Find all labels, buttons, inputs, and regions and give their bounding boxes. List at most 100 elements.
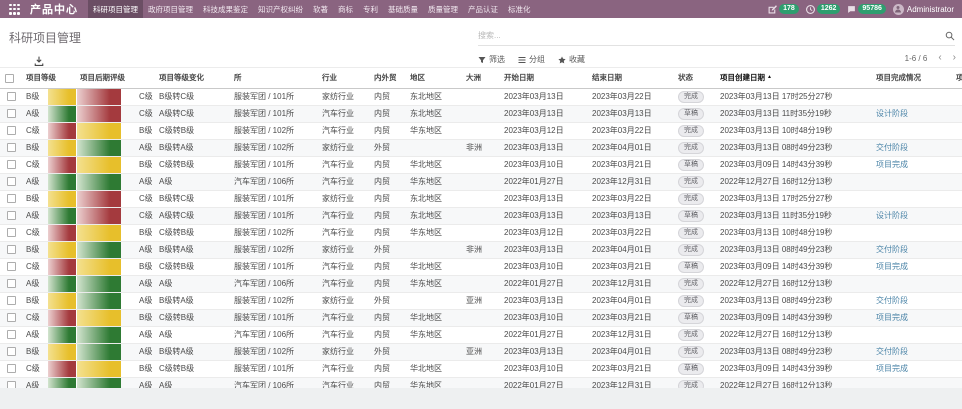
col-header-end-date[interactable]: 结束日期 <box>588 68 674 88</box>
table-row[interactable]: B级 A级 B级转A级 服装军团 / 102所 家纺行业 外贸 非洲 2023年… <box>0 241 962 258</box>
top-menu-item[interactable]: 科技成果鉴定 <box>198 0 253 18</box>
col-header-org[interactable]: 所 <box>230 68 318 88</box>
row-checkbox[interactable] <box>7 364 16 373</box>
cell-created-date: 2023年03月09日 14时43分39秒 <box>716 258 872 275</box>
export-button[interactable] <box>34 53 44 71</box>
row-checkbox[interactable] <box>7 245 16 254</box>
cell-grade-change: C级转B级 <box>155 258 230 275</box>
apps-menu-button[interactable] <box>0 0 26 18</box>
completion-stage-link[interactable]: 设计阶段 <box>876 211 908 220</box>
row-checkbox[interactable] <box>7 347 16 356</box>
pager-next-button[interactable]: › <box>953 53 956 63</box>
row-checkbox[interactable] <box>7 262 16 271</box>
cell-created-date: 2023年03月09日 14时43分39秒 <box>716 156 872 173</box>
completion-stage-link[interactable]: 交付阶段 <box>876 347 908 356</box>
col-header-trade[interactable]: 内外贸 <box>370 68 406 88</box>
row-checkbox[interactable] <box>7 126 16 135</box>
table-row[interactable]: A级 C级 A级转C级 服装军团 / 101所 汽车行业 内贸 东北地区 202… <box>0 105 962 122</box>
row-checkbox[interactable] <box>7 143 16 152</box>
cell-org: 汽车军团 / 106所 <box>230 275 318 292</box>
row-checkbox[interactable] <box>7 381 16 388</box>
top-menu-item[interactable]: 知识产权纠纷 <box>253 0 308 18</box>
filter-button[interactable]: 筛选 <box>478 54 505 65</box>
row-checkbox[interactable] <box>7 194 16 203</box>
table-row[interactable]: A级 A级 A级 汽车军团 / 106所 汽车行业 内贸 华东地区 2022年0… <box>0 377 962 388</box>
col-header-grade-change[interactable]: 项目等级变化 <box>155 68 230 88</box>
top-menu-item[interactable]: 科研项目管理 <box>88 0 143 18</box>
select-all-checkbox[interactable] <box>5 74 14 83</box>
cell-region: 华东地区 <box>406 377 452 388</box>
table-row[interactable]: C级 B级 C级转B级 服装军团 / 102所 汽车行业 内贸 华东地区 202… <box>0 122 962 139</box>
row-checkbox[interactable] <box>7 313 16 322</box>
table-row[interactable]: A级 A级 A级 汽车军团 / 106所 汽车行业 内贸 华东地区 2022年0… <box>0 173 962 190</box>
cell-overflow <box>952 343 962 360</box>
top-menu-item[interactable]: 质量管理 <box>423 0 463 18</box>
favorites-button[interactable]: 收藏 <box>558 54 585 65</box>
completion-stage-link[interactable]: 项目完成 <box>876 364 908 373</box>
activities-button[interactable]: 178 <box>768 4 799 14</box>
row-checkbox[interactable] <box>7 296 16 305</box>
completion-stage-link[interactable]: 项目完成 <box>876 313 908 322</box>
timesheet-button[interactable]: 1262 <box>806 4 841 14</box>
row-checkbox[interactable] <box>7 228 16 237</box>
later-grade-color-bar <box>77 344 122 360</box>
pager-prev-button[interactable]: ‹ <box>938 53 941 63</box>
completion-stage-link[interactable]: 项目完成 <box>876 262 908 271</box>
row-checkbox[interactable] <box>7 330 16 339</box>
row-checkbox[interactable] <box>7 160 16 169</box>
search-icon[interactable] <box>945 31 955 41</box>
search-input[interactable] <box>478 31 945 40</box>
user-menu[interactable]: Administrator <box>893 4 954 15</box>
table-row[interactable]: C级 B级 C级转B级 服装军团 / 101所 汽车行业 内贸 华北地区 202… <box>0 309 962 326</box>
top-menu-item[interactable]: 专利 <box>358 0 383 18</box>
completion-stage-link[interactable]: 交付阶段 <box>876 245 908 254</box>
row-checkbox[interactable] <box>7 177 16 186</box>
completion-stage-link[interactable]: 交付阶段 <box>876 296 908 305</box>
table-row[interactable]: B级 C级 B级转C级 服装军团 / 101所 家纺行业 内贸 东北地区 202… <box>0 190 962 207</box>
completion-stage-link[interactable]: 设计阶段 <box>876 109 908 118</box>
top-menu-item[interactable]: 标准化 <box>503 0 536 18</box>
table-row[interactable]: A级 A级 A级 汽车军团 / 106所 汽车行业 内贸 华东地区 2022年0… <box>0 275 962 292</box>
col-header-continent[interactable]: 大洲 <box>452 68 500 88</box>
table-row[interactable]: B级 A级 B级转A级 服装军团 / 102所 家纺行业 外贸 非洲 2023年… <box>0 139 962 156</box>
table-row[interactable]: B级 C级 B级转C级 服装军团 / 101所 家纺行业 内贸 东北地区 202… <box>0 88 962 105</box>
col-header-later-grade[interactable]: 项目后期评级 <box>76 68 155 88</box>
top-menu-item[interactable]: 基础质量 <box>383 0 423 18</box>
top-menu-item[interactable]: 商标 <box>333 0 358 18</box>
col-header-created-date[interactable]: 项目创建日期▲ <box>716 68 872 88</box>
row-checkbox[interactable] <box>7 109 16 118</box>
table-row[interactable]: A级 C级 A级转C级 服装军团 / 101所 汽车行业 内贸 东北地区 202… <box>0 207 962 224</box>
table-row[interactable]: A级 A级 A级 汽车军团 / 106所 汽车行业 内贸 华东地区 2022年0… <box>0 326 962 343</box>
col-header-overflow[interactable]: 项 <box>952 68 962 88</box>
messages-button[interactable]: 95786 <box>847 4 885 14</box>
cell-industry: 汽车行业 <box>318 360 370 377</box>
table-row[interactable]: C级 B级 C级转B级 服装军团 / 101所 汽车行业 内贸 华北地区 202… <box>0 156 962 173</box>
cell-grade-bar <box>48 343 76 360</box>
completion-stage-link[interactable]: 交付阶段 <box>876 143 908 152</box>
app-brand-title[interactable]: 产品中心 <box>26 0 88 18</box>
row-select-cell <box>0 343 22 360</box>
group-by-button[interactable]: 分组 <box>518 54 545 65</box>
top-menu-item[interactable]: 政府项目管理 <box>143 0 198 18</box>
row-checkbox[interactable] <box>7 211 16 220</box>
table-row[interactable]: C级 B级 C级转B级 服装军团 / 101所 汽车行业 内贸 华北地区 202… <box>0 258 962 275</box>
table-row[interactable]: B级 A级 B级转A级 服装军团 / 102所 家纺行业 外贸 亚洲 2023年… <box>0 343 962 360</box>
top-menu-item[interactable]: 软著 <box>308 0 333 18</box>
cell-later-grade-bar <box>76 377 121 388</box>
col-header-industry[interactable]: 行业 <box>318 68 370 88</box>
cell-later-grade: B级 <box>121 156 155 173</box>
cell-grade: C级 <box>22 360 48 377</box>
table-row[interactable]: B级 A级 B级转A级 服装军团 / 102所 家纺行业 外贸 亚洲 2023年… <box>0 292 962 309</box>
col-header-grade[interactable]: 项目等级 <box>22 68 76 88</box>
cell-completion <box>872 326 952 343</box>
completion-stage-link[interactable]: 项目完成 <box>876 160 908 169</box>
col-header-completion[interactable]: 项目完成情况 <box>872 68 952 88</box>
col-header-start-date[interactable]: 开始日期 <box>500 68 588 88</box>
row-checkbox[interactable] <box>7 279 16 288</box>
table-row[interactable]: C级 B级 C级转B级 服装军团 / 101所 汽车行业 内贸 华北地区 202… <box>0 360 962 377</box>
table-row[interactable]: C级 B级 C级转B级 服装军团 / 102所 汽车行业 内贸 华东地区 202… <box>0 224 962 241</box>
top-menu-item[interactable]: 产品认证 <box>463 0 503 18</box>
row-checkbox[interactable] <box>7 92 16 101</box>
col-header-region[interactable]: 地区 <box>406 68 452 88</box>
col-header-status[interactable]: 状态 <box>674 68 716 88</box>
